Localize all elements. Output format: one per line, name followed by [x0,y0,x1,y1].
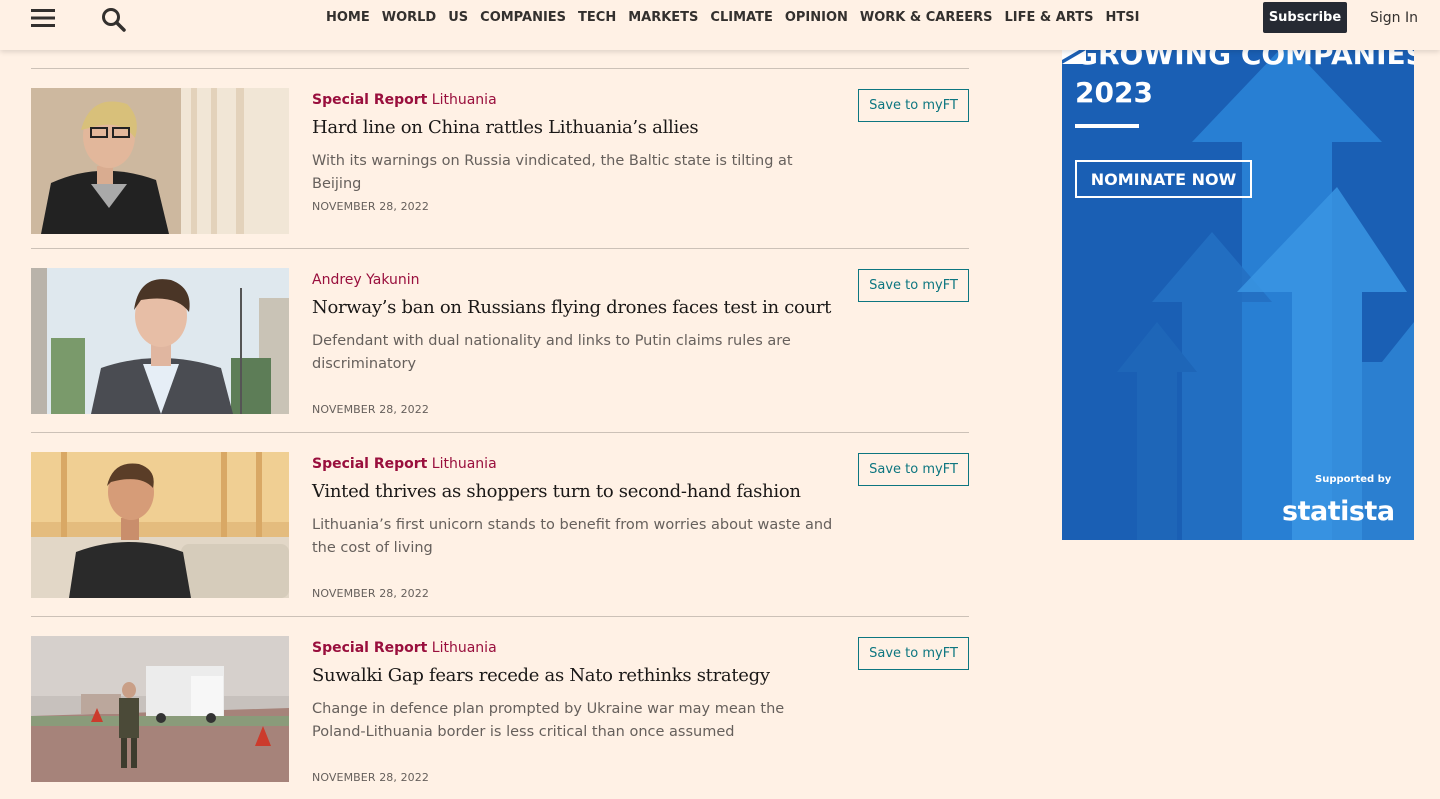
article-headline[interactable]: Hard line on China rattles Lithuania’s a… [312,116,842,140]
save-to-myft-button[interactable]: Save to myFT [858,269,969,302]
ad-divider [1075,124,1139,128]
article-standfirst: Change in defence plan prompted by Ukrai… [312,701,785,740]
article-item: Special Report Lithuania Suwalki Gap fea… [31,616,969,799]
article-image[interactable] [31,268,289,414]
nav-us[interactable]: US [448,10,468,25]
kicker-report[interactable]: Special Report [312,456,427,472]
kicker-topic[interactable]: Andrey Yakunin [312,272,420,288]
advertisement[interactable]: GROWING COMPANIES 2023 NOMINATE NOW Suppo… [1062,42,1414,540]
subscribe-button[interactable]: Subscribe [1263,2,1347,33]
kicker-topic[interactable]: Lithuania [432,640,497,656]
article-image[interactable] [31,636,289,782]
nav-life-arts[interactable]: LIFE & ARTS [1005,10,1094,25]
save-to-myft-button[interactable]: Save to myFT [858,637,969,670]
article-content: Special Report Lithuania Suwalki Gap fea… [312,639,842,744]
article-headline[interactable]: Vinted thrives as shoppers turn to secon… [312,480,842,504]
kicker-report[interactable]: Special Report [312,92,427,108]
article-kicker[interactable]: Andrey Yakunin [312,271,842,289]
article-headline[interactable]: Suwalki Gap fears recede as Nato rethink… [312,664,842,688]
article-image[interactable] [31,452,289,598]
main-nav: HOME WORLD US COMPANIES TECH MARKETS CLI… [326,10,1151,25]
article-kicker[interactable]: Special Report Lithuania [312,91,842,109]
article-date: NOVEMBER 28, 2022 [312,200,429,213]
nav-world[interactable]: WORLD [382,10,436,25]
article-content: Andrey Yakunin Norway’s ban on Russians … [312,271,842,376]
article-standfirst: Defendant with dual nationality and link… [312,333,791,372]
article-content: Special Report Lithuania Hard line on Ch… [312,91,842,196]
nav-tech[interactable]: TECH [578,10,616,25]
article-date: NOVEMBER 28, 2022 [312,403,429,416]
kicker-topic[interactable]: Lithuania [432,92,497,108]
article-list: Special Report Lithuania Hard line on Ch… [31,68,969,799]
kicker-report[interactable]: Special Report [312,640,427,656]
nominate-now-button[interactable]: NOMINATE NOW [1075,160,1252,198]
nav-work-careers[interactable]: WORK & CAREERS [860,10,993,25]
article-date: NOVEMBER 28, 2022 [312,771,429,784]
sign-in-link[interactable]: Sign In [1370,10,1418,26]
article-image[interactable] [31,88,289,234]
ad-background-arrows [1062,42,1414,540]
search-icon[interactable] [101,7,126,32]
nav-markets[interactable]: MARKETS [628,10,698,25]
article-item: Andrey Yakunin Norway’s ban on Russians … [31,248,969,432]
article-item: Special Report Lithuania Hard line on Ch… [31,68,969,248]
ad-title-line2: 2023 [1075,76,1153,109]
ad-title: GROWING COMPANIES 2023 [1075,42,1414,112]
article-kicker[interactable]: Special Report Lithuania [312,639,842,657]
article-headline[interactable]: Norway’s ban on Russians flying drones f… [312,296,842,320]
nav-home[interactable]: HOME [326,10,370,25]
menu-icon[interactable] [31,9,55,27]
article-date: NOVEMBER 28, 2022 [312,587,429,600]
nav-htsi[interactable]: HTSI [1106,10,1140,25]
article-standfirst: With its warnings on Russia vindicated, … [312,153,793,192]
top-header: HOME WORLD US COMPANIES TECH MARKETS CLI… [0,0,1440,50]
article-kicker[interactable]: Special Report Lithuania [312,455,842,473]
save-to-myft-button[interactable]: Save to myFT [858,453,969,486]
article-item: Special Report Lithuania Vinted thrives … [31,432,969,616]
article-standfirst: Lithuania’s first unicorn stands to bene… [312,517,833,556]
save-to-myft-button[interactable]: Save to myFT [858,89,969,122]
nav-climate[interactable]: CLIMATE [710,10,772,25]
article-content: Special Report Lithuania Vinted thrives … [312,455,842,560]
nav-companies[interactable]: COMPANIES [480,10,566,25]
statista-logo-text: statista [1282,496,1395,527]
ad-supported-by: Supported by [1315,474,1392,485]
nav-opinion[interactable]: OPINION [785,10,848,25]
kicker-topic[interactable]: Lithuania [432,456,497,472]
